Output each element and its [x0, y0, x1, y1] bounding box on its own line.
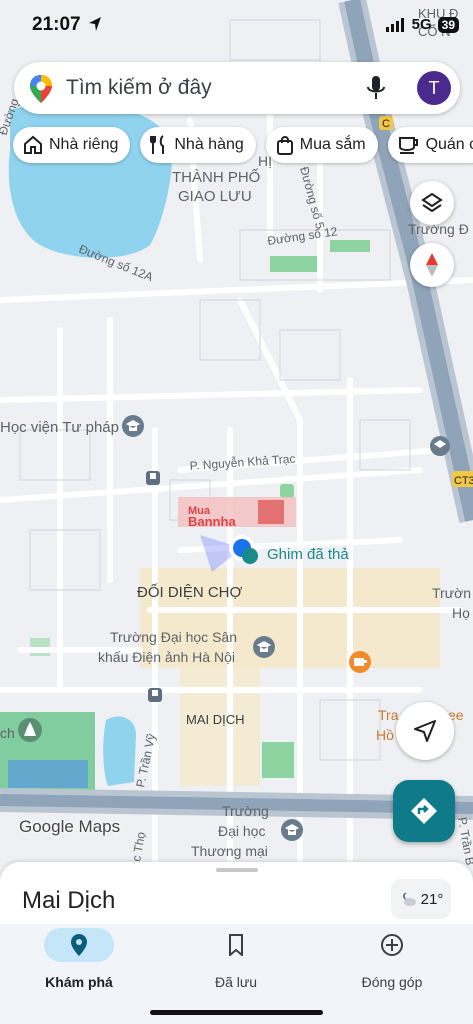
road-shield-ct3: CT3 [454, 475, 473, 487]
coffee-poi-icon [349, 651, 371, 673]
directions-icon [411, 798, 437, 824]
home-indicator[interactable] [150, 1010, 323, 1015]
battery-icon: 39 [437, 16, 459, 33]
layers-button[interactable] [410, 181, 454, 225]
network-type: 5G [411, 16, 432, 33]
compass-button[interactable] [410, 243, 454, 287]
school-icon-truong-right [430, 436, 450, 456]
map-label-hoc-vien-tu-phap: Học viện Tư pháp [0, 419, 119, 436]
chip-coffee-label: Quán c [425, 136, 473, 153]
nav-contribute-label: Đóng góp [361, 974, 423, 990]
add-circle-icon [381, 934, 403, 956]
bookmark-icon [229, 934, 243, 956]
layers-icon [421, 192, 443, 213]
hospital-icon [280, 484, 294, 498]
account-avatar[interactable]: T [417, 71, 451, 105]
explore-pin-icon [71, 934, 87, 956]
map-label-truong-right: Trườn [432, 585, 471, 601]
nav-explore-indicator [44, 928, 114, 962]
chip-shopping[interactable]: Mua sắm [265, 127, 378, 163]
google-maps-attribution: Google Maps [19, 817, 121, 836]
school-icon-san-khau [253, 636, 275, 658]
microphone-icon[interactable] [366, 75, 386, 106]
temperature: 21° [420, 890, 444, 908]
map-label-ho-right: Họ [452, 605, 470, 621]
drag-handle[interactable] [216, 868, 258, 872]
map-label-mai-dich-area: MAI DỊCH [186, 712, 245, 727]
map-label-truong-san-khau-2: khấu Điện ảnh Hà Nội [98, 649, 235, 665]
nav-saved[interactable]: Đã lưu [161, 928, 311, 990]
chip-restaurant[interactable]: Nhà hàng [140, 127, 256, 163]
cloudy-night-icon [402, 892, 416, 906]
map-label-truong-san-khau-1: Trường Đại học Sân [110, 629, 237, 645]
watermark-logo: Mua Bannha [178, 497, 296, 529]
search-input[interactable]: Tìm kiếm ở đây [66, 76, 212, 100]
dropped-pin-marker [242, 548, 258, 564]
directions-button[interactable] [393, 780, 455, 842]
map-label-thuong-mai-2: Đại học [218, 823, 265, 839]
shopping-bag-icon [276, 136, 293, 155]
nav-saved-label: Đã lưu [214, 974, 258, 990]
bottom-navigation: Khám phá Đã lưu Đóng góp [0, 924, 473, 1024]
location-arrow-icon [89, 17, 101, 31]
nav-contribute[interactable]: Đóng góp [317, 928, 467, 990]
category-chips: Nhà riêng Nhà hàng Mua sắm Quán c [13, 127, 473, 163]
google-maps-pin-icon [28, 74, 54, 109]
map-label-giao-luu: GIAO LƯU [178, 188, 252, 205]
map-label-ho: Hồ [376, 727, 394, 743]
watermark-line2: Bannha [188, 514, 236, 529]
home-icon [24, 135, 42, 154]
status-bar: 21:07 5G 39 [0, 0, 473, 54]
lake [8, 102, 172, 258]
chip-home-label: Nhà riêng [49, 136, 119, 153]
map-label-ghim-da-tha: Ghim đã thả [267, 546, 349, 563]
nav-explore[interactable]: Khám phá [4, 928, 154, 990]
signal-icon [385, 17, 404, 32]
map-label-tra: Tra [378, 707, 399, 723]
place-title: Mai Dịch [22, 887, 116, 914]
map-label-thuong-mai-1: Trường [222, 803, 269, 819]
navigation-arrow-icon [414, 720, 436, 742]
school-icon-thuong-mai [281, 819, 303, 841]
map-label-thanh-pho: THÀNH PHỐ [172, 168, 260, 186]
chip-restaurant-label: Nhà hàng [174, 136, 244, 153]
my-location-button[interactable] [396, 702, 454, 760]
chip-shopping-label: Mua sắm [299, 136, 366, 153]
chip-home[interactable]: Nhà riêng [13, 127, 131, 163]
pond [103, 716, 136, 786]
school-icon-hoc-vien [122, 415, 144, 437]
map-label-ch-left: ch [0, 725, 15, 741]
compass-icon [426, 253, 438, 277]
map-label-thuong-mai-3: Thương mại [191, 843, 268, 859]
search-bar[interactable]: Tìm kiếm ở đây T [14, 62, 460, 114]
map-label-doi-dien-cho: ĐỐI DIỆN CHỢ [137, 583, 243, 601]
monument-poi-icon [18, 718, 42, 742]
nav-explore-label: Khám phá [45, 974, 113, 990]
status-time: 21:07 [32, 14, 81, 35]
weather-badge[interactable]: 21° [391, 879, 451, 919]
restaurant-icon [150, 135, 165, 154]
chip-coffee[interactable]: Quán c [387, 127, 473, 163]
coffee-icon [398, 137, 418, 154]
